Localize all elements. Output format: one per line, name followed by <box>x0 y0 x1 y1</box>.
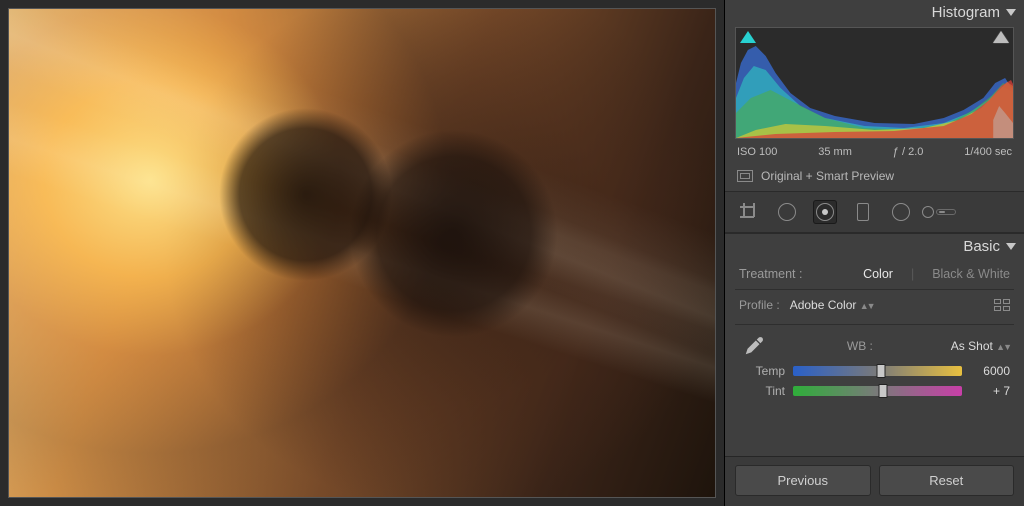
white-balance-area: WB : As Shot ▲▼ Temp 6000 Tint + 7 <box>725 327 1024 401</box>
collapse-triangle-icon[interactable] <box>1006 243 1016 250</box>
treatment-separator: | <box>911 267 914 281</box>
updown-icon: ▲▼ <box>996 342 1010 352</box>
preview-mode-label: Original + Smart Preview <box>761 169 894 183</box>
preview-mode-row[interactable]: Original + Smart Preview <box>725 164 1024 192</box>
preview-mode-icon <box>737 170 753 182</box>
adjustment-brush-tool-icon[interactable] <box>927 200 951 224</box>
histogram-header[interactable]: Histogram <box>725 0 1024 27</box>
exif-shutter: 1/400 sec <box>964 146 1012 158</box>
basic-title: Basic <box>963 238 1000 255</box>
previous-button[interactable]: Previous <box>735 465 871 496</box>
slider-thumb-icon[interactable] <box>878 384 887 398</box>
exif-focal-length: 35 mm <box>818 146 852 158</box>
collapse-triangle-icon[interactable] <box>1006 9 1016 16</box>
panel-footer-buttons: Previous Reset <box>725 456 1024 506</box>
redeye-tool-icon[interactable] <box>813 200 837 224</box>
treatment-row: Treatment : Color | Black & White <box>725 261 1024 287</box>
profile-row: Profile : Adobe Color ▲▼ <box>725 292 1024 322</box>
temp-slider-row: Temp 6000 <box>739 361 1010 381</box>
exif-iso: ISO 100 <box>737 146 777 158</box>
histogram-chart <box>736 28 1013 138</box>
wb-label: WB : <box>781 339 939 353</box>
histogram-display[interactable] <box>735 27 1014 139</box>
basic-header[interactable]: Basic <box>725 233 1024 261</box>
profile-label: Profile : <box>739 298 780 312</box>
white-balance-dropper-icon[interactable] <box>739 331 769 361</box>
image-viewer[interactable] <box>0 0 724 506</box>
tint-slider[interactable] <box>793 386 962 396</box>
slider-thumb-icon[interactable] <box>876 364 885 378</box>
profile-browser-icon[interactable] <box>994 299 1010 311</box>
treatment-color-option[interactable]: Color <box>863 267 893 281</box>
wb-preset-dropdown[interactable]: As Shot ▲▼ <box>951 339 1010 353</box>
profile-value[interactable]: Adobe Color ▲▼ <box>790 298 984 312</box>
tint-slider-row: Tint + 7 <box>739 381 1010 401</box>
reset-button[interactable]: Reset <box>879 465 1015 496</box>
temp-label: Temp <box>739 364 785 378</box>
histogram-title: Histogram <box>932 4 1000 21</box>
radial-filter-tool-icon[interactable] <box>889 200 913 224</box>
tint-value[interactable]: + 7 <box>970 384 1010 398</box>
divider <box>735 324 1014 325</box>
graduated-filter-tool-icon[interactable] <box>851 200 875 224</box>
exif-aperture: ƒ / 2.0 <box>893 146 924 158</box>
crop-tool-icon[interactable] <box>737 200 761 224</box>
develop-preview-image[interactable] <box>8 8 716 498</box>
temp-slider[interactable] <box>793 366 962 376</box>
updown-icon: ▲▼ <box>860 301 874 311</box>
spot-removal-tool-icon[interactable] <box>775 200 799 224</box>
divider <box>735 289 1014 290</box>
temp-value[interactable]: 6000 <box>970 364 1010 378</box>
exif-row: ISO 100 35 mm ƒ / 2.0 1/400 sec <box>725 143 1024 164</box>
right-panel: Histogram ISO 100 35 mm ƒ / 2.0 1/400 se… <box>724 0 1024 506</box>
treatment-label: Treatment : <box>739 267 802 281</box>
local-adjustment-toolstrip <box>725 192 1024 233</box>
treatment-bw-option[interactable]: Black & White <box>932 267 1010 281</box>
tint-label: Tint <box>739 384 785 398</box>
